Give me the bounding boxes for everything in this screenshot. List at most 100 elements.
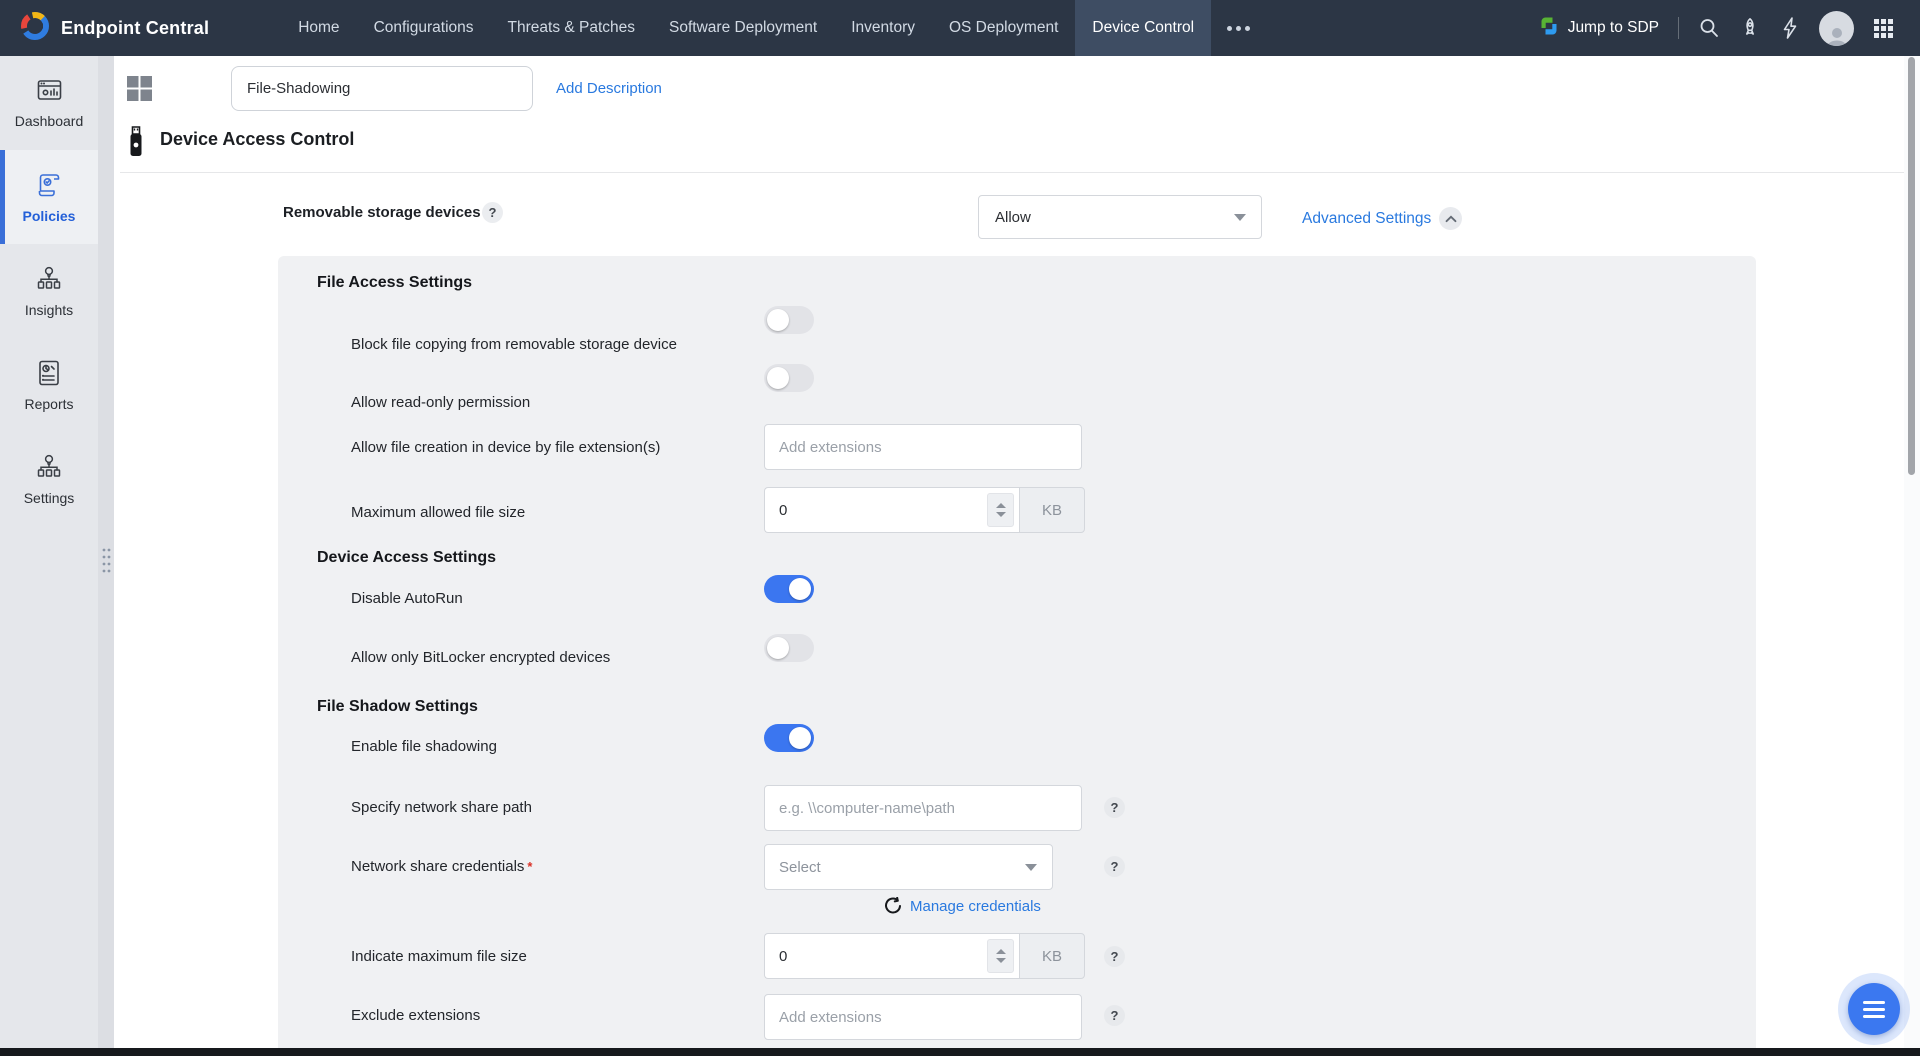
hamburger-icon [1863, 1001, 1885, 1004]
page-title: Device Access Control [160, 129, 354, 150]
removable-storage-label: Removable storage devices [283, 204, 481, 221]
nav-item-software-deployment[interactable]: Software Deployment [652, 0, 834, 56]
refresh-icon [884, 897, 902, 915]
block-copy-toggle[interactable] [764, 306, 814, 334]
advanced-settings-toggle[interactable]: Advanced Settings [1302, 207, 1462, 230]
number-spinner[interactable] [987, 493, 1014, 527]
credentials-select[interactable]: Select [764, 844, 1053, 890]
exclude-extensions-input[interactable] [764, 994, 1082, 1040]
jump-to-sdp-link[interactable]: Jump to SDP [1539, 16, 1659, 41]
read-only-toggle[interactable] [764, 364, 814, 392]
policy-name-input[interactable] [231, 66, 533, 111]
sidebar-item-dashboard[interactable]: Dashboard [0, 56, 98, 150]
max-file-size-inputbox [764, 487, 1019, 533]
more-menu-button[interactable] [1211, 0, 1266, 56]
sidebar-item-label: Insights [25, 302, 73, 318]
indicate-max-size-inputbox [764, 933, 1019, 979]
bitlocker-only-label: Allow only BitLocker encrypted devices [351, 649, 610, 666]
help-icon[interactable]: ? [482, 202, 503, 223]
exclude-extensions-label: Exclude extensions [351, 1007, 480, 1024]
help-icon[interactable]: ? [1104, 797, 1125, 818]
sdp-logo-icon [1539, 16, 1559, 41]
refresh-credentials-button[interactable] [884, 897, 902, 915]
brand-name: Endpoint Central [61, 18, 209, 39]
section-title-file-shadow: File Shadow Settings [317, 698, 478, 716]
bitlocker-only-toggle[interactable] [764, 634, 814, 662]
scrollbar-thumb[interactable] [1908, 57, 1915, 475]
grid-icon [1873, 18, 1894, 39]
share-path-label: Specify network share path [351, 799, 532, 816]
reports-icon [36, 359, 62, 387]
share-path-input[interactable] [764, 785, 1082, 831]
advanced-settings-link[interactable]: Advanced Settings [1302, 210, 1431, 228]
whats-new-button[interactable] [1739, 17, 1761, 39]
top-navbar: Endpoint Central Home Configurations Thr… [0, 0, 1920, 56]
nav-item-os-deployment[interactable]: OS Deployment [932, 0, 1075, 56]
section-title-file-access: File Access Settings [317, 274, 472, 292]
indicate-max-size-label: Indicate maximum file size [351, 948, 527, 965]
file-creation-extensions-input[interactable] [764, 424, 1082, 470]
sidebar-item-label: Settings [24, 490, 75, 506]
search-button[interactable] [1698, 17, 1720, 39]
brand: Endpoint Central [0, 0, 209, 56]
nav-item-configurations[interactable]: Configurations [357, 0, 491, 56]
advanced-settings-panel: File Access Settings Block file copying … [278, 256, 1756, 1056]
endpoint-central-logo-icon [20, 11, 50, 46]
credentials-label: Network share credentials* [351, 858, 532, 875]
sidebar-item-label: Dashboard [15, 113, 84, 129]
nav-item-device-control[interactable]: Device Control [1075, 0, 1211, 56]
indicate-max-size-input[interactable] [765, 934, 980, 978]
add-description-link[interactable]: Add Description [556, 80, 662, 97]
policies-icon [35, 171, 63, 199]
unit-label: KB [1019, 487, 1085, 533]
number-spinner[interactable] [987, 939, 1014, 973]
help-icon[interactable]: ? [1104, 946, 1125, 967]
help-icon[interactable]: ? [1104, 1005, 1125, 1026]
app-root: Endpoint Central Home Configurations Thr… [0, 0, 1920, 1056]
block-copy-label: Block file copying from removable storag… [351, 336, 677, 353]
sidebar-item-reports[interactable]: Reports [0, 338, 98, 432]
lightning-icon [1780, 17, 1800, 39]
apps-grid-button[interactable] [1873, 18, 1894, 39]
main-menu: Home Configurations Threats & Patches So… [281, 0, 1266, 56]
chevron-down-icon [1025, 864, 1037, 871]
nav-item-home[interactable]: Home [281, 0, 356, 56]
nav-item-threats-patches[interactable]: Threats & Patches [491, 0, 653, 56]
sidebar-item-settings[interactable]: Settings [0, 432, 98, 526]
sidebar-item-label: Policies [23, 208, 76, 224]
enable-file-shadowing-toggle[interactable] [764, 724, 814, 752]
read-only-label: Allow read-only permission [351, 394, 530, 411]
chevron-down-icon [1234, 214, 1246, 221]
select-placeholder: Select [779, 859, 821, 876]
vertical-scrollbar[interactable] [1904, 56, 1920, 1056]
fab-halo [1838, 973, 1910, 1045]
floating-menu-button[interactable] [1848, 983, 1900, 1035]
ellipsis-icon [1227, 26, 1232, 31]
section-title-device-access: Device Access Settings [317, 549, 496, 567]
quick-actions-button[interactable] [1780, 17, 1800, 39]
max-file-size-input[interactable] [765, 488, 980, 532]
usb-device-icon [128, 126, 144, 163]
sidebar-item-insights[interactable]: Insights [0, 244, 98, 338]
spinner-up-icon[interactable] [996, 949, 1006, 954]
manage-credentials-link[interactable]: Manage credentials [910, 898, 1041, 915]
sidebar-item-policies[interactable]: Policies [0, 150, 98, 244]
nav-separator [1678, 17, 1679, 39]
help-icon[interactable]: ? [1104, 856, 1125, 877]
jump-to-sdp-label: Jump to SDP [1568, 19, 1659, 37]
disable-autorun-label: Disable AutoRun [351, 590, 463, 607]
dropdown-selected-value: Allow [995, 209, 1031, 226]
spinner-down-icon[interactable] [996, 512, 1006, 517]
spinner-up-icon[interactable] [996, 503, 1006, 508]
header-divider [120, 172, 1906, 173]
spinner-down-icon[interactable] [996, 958, 1006, 963]
nav-item-inventory[interactable]: Inventory [834, 0, 932, 56]
disable-autorun-toggle[interactable] [764, 575, 814, 603]
user-avatar[interactable] [1819, 11, 1854, 46]
sidebar: Dashboard Policies Insights [0, 56, 98, 1056]
removable-storage-dropdown[interactable]: Allow [978, 195, 1262, 239]
sidebar-resize-handle[interactable] [100, 546, 112, 581]
windows-platform-icon [126, 75, 153, 107]
enable-file-shadowing-label: Enable file shadowing [351, 738, 497, 755]
insights-icon [35, 265, 63, 293]
